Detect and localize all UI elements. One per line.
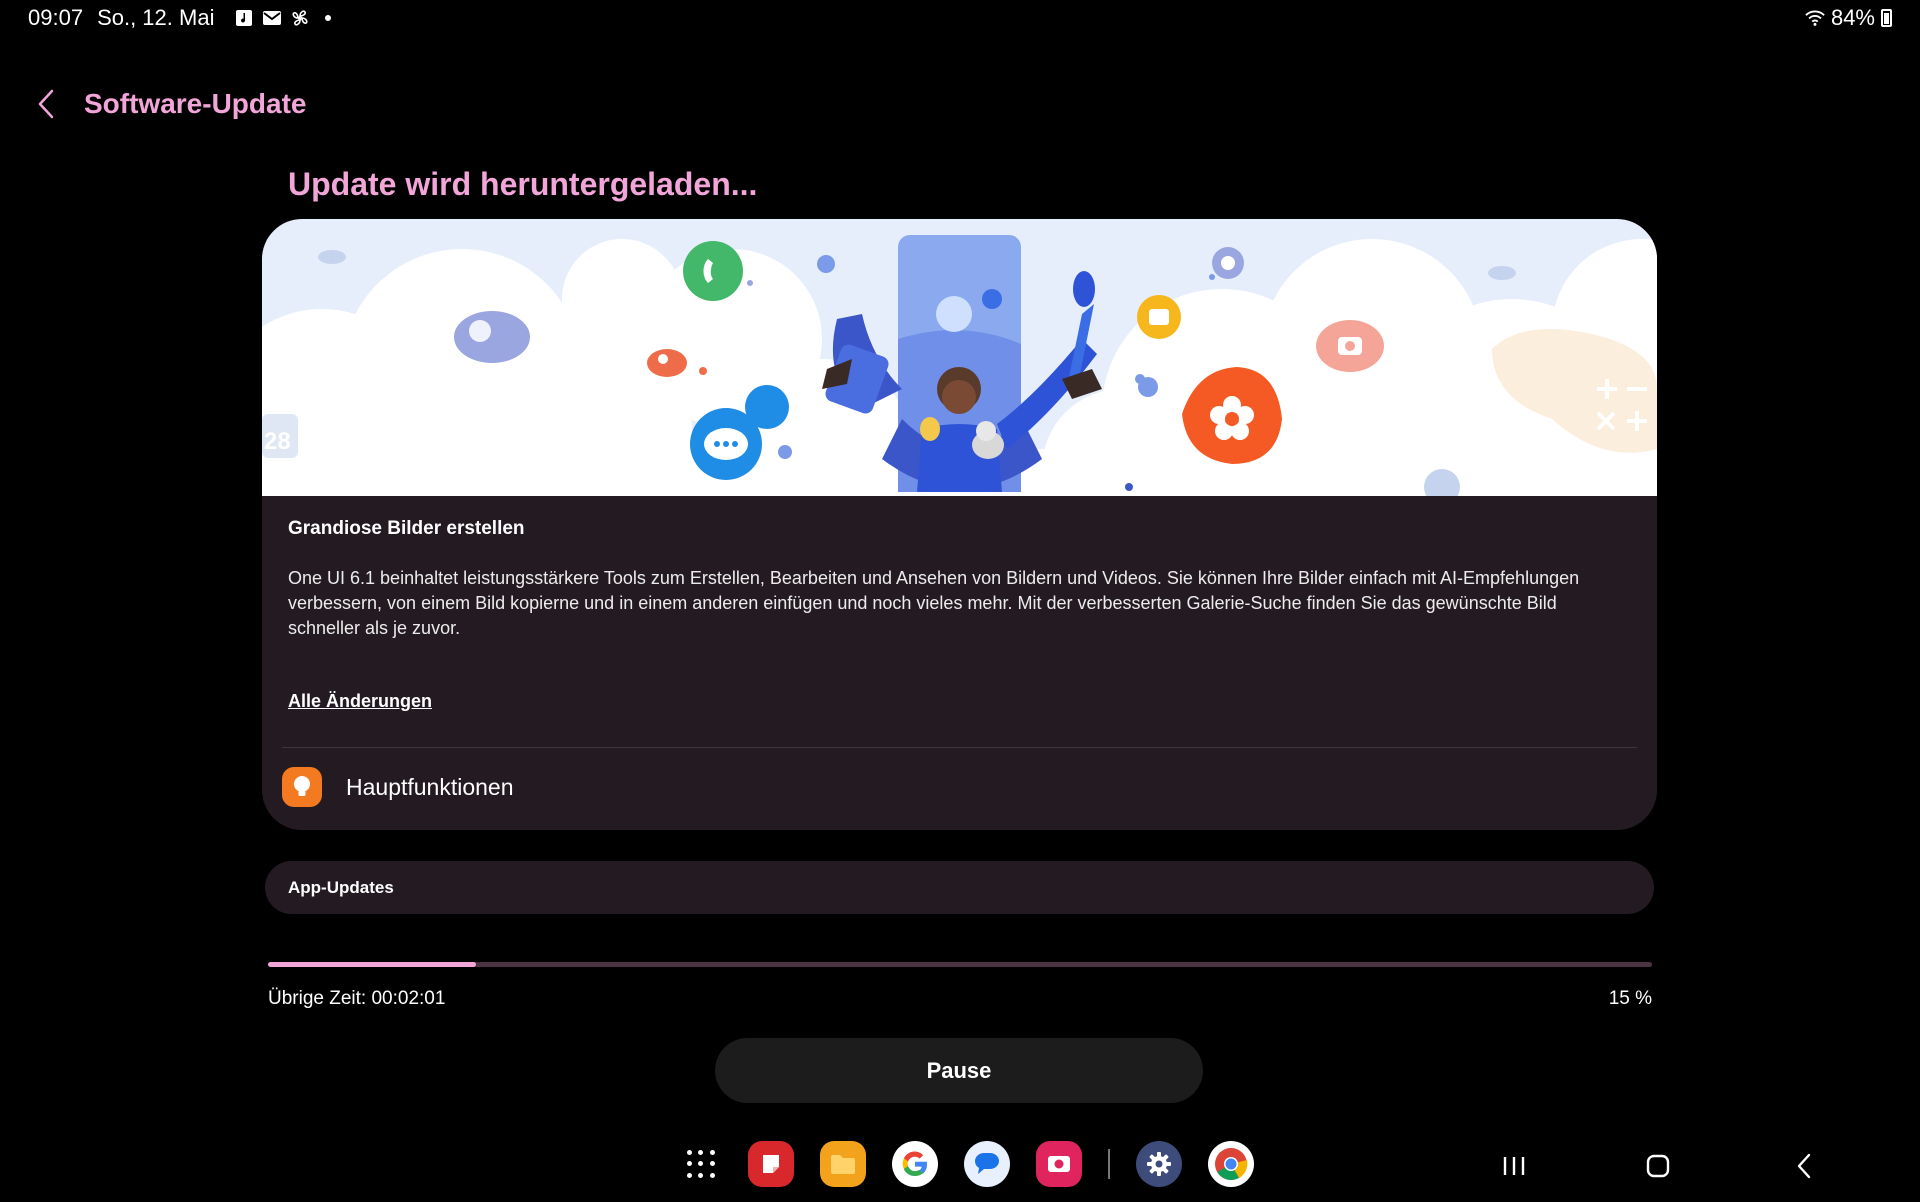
home-icon	[1646, 1154, 1670, 1178]
music-note-icon	[234, 8, 254, 28]
feature-description: One UI 6.1 beinhaltet leistungsstärkere …	[288, 568, 1580, 638]
fan-icon	[290, 8, 310, 28]
recents-icon	[1503, 1157, 1525, 1175]
settings-icon[interactable]	[1136, 1141, 1182, 1187]
download-progress-bar	[268, 962, 1652, 967]
battery-percent: 84%	[1830, 5, 1875, 30]
messages-icon[interactable]	[964, 1141, 1010, 1187]
recent-apps-button[interactable]	[1494, 1150, 1534, 1182]
status-bar-right: 84%	[1805, 5, 1892, 31]
my-files-icon[interactable]	[820, 1141, 866, 1187]
chevron-left-icon	[38, 89, 54, 119]
chrome-icon[interactable]	[1208, 1141, 1254, 1187]
nav-back-button[interactable]	[1784, 1150, 1824, 1182]
wifi-icon	[1805, 8, 1825, 28]
back-button[interactable]	[34, 84, 58, 124]
one-ui-illustration: 28	[262, 219, 1657, 496]
progress-percent: 15 %	[1608, 988, 1652, 1009]
back-icon	[1797, 1153, 1811, 1179]
key-features-label: Hauptfunktionen	[346, 773, 514, 800]
app-drawer-icon[interactable]	[686, 1149, 716, 1179]
page-title: Software-Update	[84, 88, 307, 119]
all-changes-link[interactable]: Alle Änderungen	[288, 691, 432, 712]
dock-separator	[1108, 1149, 1110, 1179]
feature-title: Grandiose Bilder erstellen	[288, 518, 525, 539]
status-bar: 09:07 So., 12. Mai 84%	[0, 0, 1920, 36]
more-notifications-dot-icon	[318, 8, 338, 28]
home-button[interactable]	[1638, 1150, 1678, 1182]
email-icon	[262, 8, 282, 28]
status-time: 09:07	[28, 5, 84, 30]
key-features-row[interactable]: Hauptfunktionen	[282, 767, 514, 807]
status-bar-left: 09:07 So., 12. Mai	[28, 5, 338, 31]
app-header: Software-Update	[34, 84, 306, 124]
app-updates-label: App-Updates	[288, 877, 394, 897]
notification-icons	[234, 8, 338, 28]
app-updates-section[interactable]: App-Updates	[265, 861, 1654, 914]
lightbulb-icon	[282, 767, 322, 807]
status-date: So., 12. Mai	[97, 5, 215, 30]
card-divider	[282, 747, 1637, 748]
samsung-notes-icon[interactable]	[748, 1141, 794, 1187]
taskbar-dock	[686, 1141, 1254, 1187]
google-icon[interactable]	[892, 1141, 938, 1187]
screen-recorder-icon[interactable]	[1036, 1141, 1082, 1187]
calendar-number-text: 28	[264, 428, 291, 455]
feature-content: Grandiose Bilder erstellen One UI 6.1 be…	[262, 496, 1657, 712]
pause-button[interactable]: Pause	[715, 1038, 1203, 1103]
update-info-card: 28 Grandiose Bilder erstellen One UI 6.1…	[262, 219, 1657, 830]
remaining-time: Übrige Zeit: 00:02:01	[268, 988, 446, 1009]
download-progress-fill	[268, 962, 476, 967]
download-status-title: Update wird heruntergeladen...	[288, 166, 758, 202]
battery-icon	[1881, 9, 1892, 27]
